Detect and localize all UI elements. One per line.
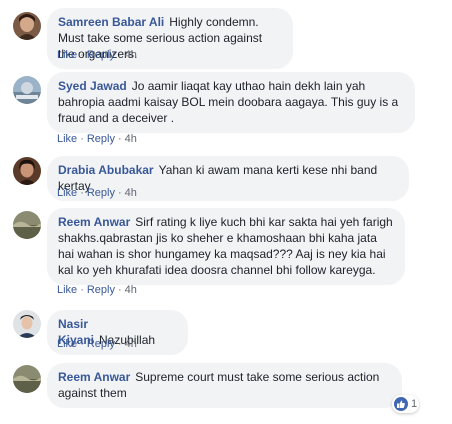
reaction-count: 1 [411,398,418,410]
comment-actions: Like · Reply · 4h [57,338,137,350]
comment-time[interactable]: 4h [125,49,137,61]
like-link[interactable]: Like [57,49,77,61]
comment-author[interactable]: Samreen Babar Ali [58,15,164,29]
comment-actions: Like · Reply · 4h [57,284,137,296]
comment-actions: Like · Reply · 4h [57,187,137,199]
comment-author[interactable]: Reem Anwar [58,370,130,384]
like-link[interactable]: Like [57,284,77,296]
comment-bubble: Reem Anwar Sirf rating k liye kuch bhi ka… [47,208,405,285]
comment-author[interactable]: Drabia Abubakar [58,163,154,177]
reply-link[interactable]: Reply [87,49,115,61]
like-link[interactable]: Like [57,338,77,350]
comment-bubble: Reem Anwar Supreme court must take some s… [47,363,402,408]
avatar[interactable] [13,310,41,338]
comment-actions: Like · Reply · 4h [57,49,137,61]
reply-link[interactable]: Reply [87,338,115,350]
reaction-badge[interactable]: 1 [392,395,419,413]
avatar[interactable] [13,12,41,40]
avatar[interactable] [13,157,41,185]
comment-time[interactable]: 4h [125,338,137,350]
reply-link[interactable]: Reply [87,284,115,296]
comment-bubble: Syed Jawad Jo aamir liaqat kay uthao hain… [47,72,415,133]
thumbs-up-icon [394,397,408,411]
comment-author[interactable]: Reem Anwar [58,215,130,229]
reply-link[interactable]: Reply [87,133,115,145]
comment-time[interactable]: 4h [125,187,137,199]
comment-time[interactable]: 4h [125,133,137,145]
comment-author[interactable]: Syed Jawad [58,79,127,93]
avatar[interactable] [13,211,41,239]
avatar[interactable] [13,76,41,104]
comment-time[interactable]: 4h [125,284,137,296]
like-link[interactable]: Like [57,133,77,145]
like-link[interactable]: Like [57,187,77,199]
reply-link[interactable]: Reply [87,187,115,199]
comment-actions: Like · Reply · 4h [57,133,137,145]
avatar[interactable] [13,365,41,393]
